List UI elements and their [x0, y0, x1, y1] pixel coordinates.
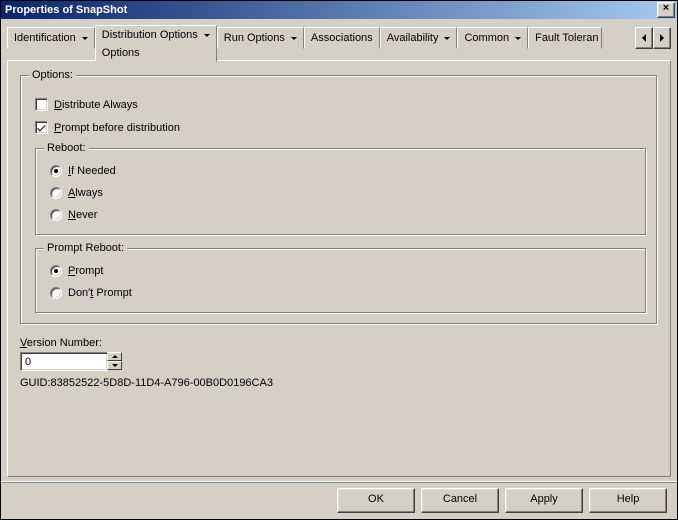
reboot-always-label: Always	[68, 187, 103, 199]
prompt-reboot-prompt-row[interactable]: Prompt	[50, 265, 636, 277]
prompt-reboot-dont-row[interactable]: Don't Prompt	[50, 287, 636, 299]
tab-run-options[interactable]: Run Options	[217, 27, 304, 49]
properties-dialog: Properties of SnapShot × Identification …	[0, 0, 678, 520]
prompt-reboot-dont-label: Don't Prompt	[68, 287, 132, 299]
options-group: Options: Distribute Always Prompt before…	[20, 75, 658, 325]
tab-panel: Options: Distribute Always Prompt before…	[7, 60, 671, 477]
reboot-always-radio[interactable]	[50, 187, 62, 199]
reboot-never-radio[interactable]	[50, 209, 62, 221]
reboot-group: Reboot: If Needed Always Never	[35, 148, 647, 236]
reboot-never-label: Never	[68, 209, 97, 221]
tab-availability[interactable]: Availability	[380, 27, 458, 49]
tab-scroll-left-button[interactable]	[635, 27, 653, 49]
reboot-never-row[interactable]: Never	[50, 209, 636, 221]
close-icon: ×	[663, 2, 669, 14]
dropdown-arrow-icon	[291, 37, 297, 40]
options-legend: Options:	[29, 69, 76, 81]
tab-identification[interactable]: Identification	[7, 27, 95, 49]
prompt-reboot-group: Prompt Reboot: Prompt Don't Prompt	[35, 248, 647, 314]
distribute-always-label: Distribute Always	[54, 99, 138, 111]
tab-fault-tolerance[interactable]: Fault Toleran	[528, 27, 602, 49]
dropdown-arrow-icon	[204, 34, 210, 37]
version-increment-button[interactable]	[107, 352, 122, 361]
distribute-always-row[interactable]: Distribute Always	[35, 98, 647, 111]
dropdown-arrow-icon	[444, 37, 450, 40]
prompt-before-label: Prompt before distribution	[54, 122, 180, 134]
prompt-before-row[interactable]: Prompt before distribution	[35, 121, 647, 134]
reboot-always-row[interactable]: Always	[50, 187, 636, 199]
tab-associations[interactable]: Associations	[304, 27, 380, 49]
chevron-right-icon	[660, 34, 664, 42]
distribute-always-checkbox[interactable]	[35, 98, 48, 111]
reboot-if-needed-label: If Needed	[68, 165, 116, 177]
reboot-legend: Reboot:	[44, 142, 89, 154]
version-input[interactable]	[20, 352, 108, 371]
prompt-reboot-dont-radio[interactable]	[50, 287, 62, 299]
tab-distribution-options[interactable]: Distribution Options Options	[95, 25, 217, 62]
chevron-left-icon	[642, 34, 646, 42]
version-label: Version Number:	[20, 337, 658, 349]
cancel-button[interactable]: Cancel	[421, 488, 499, 513]
tab-scroll-right-button[interactable]	[653, 27, 671, 49]
dialog-button-row: OK Cancel Apply Help	[1, 481, 677, 519]
version-section: Version Number: GUID:83852522-5D8D-11D4-…	[20, 337, 658, 389]
window-title: Properties of SnapShot	[5, 4, 127, 16]
apply-button[interactable]: Apply	[505, 488, 583, 513]
tabs-row: Identification Distribution Options Opti…	[7, 25, 671, 61]
tab-scroll-buttons	[635, 27, 671, 47]
dropdown-arrow-icon	[82, 37, 88, 40]
help-button[interactable]: Help	[589, 488, 667, 513]
prompt-reboot-prompt-label: Prompt	[68, 265, 103, 277]
prompt-before-checkbox[interactable]	[35, 121, 48, 134]
prompt-reboot-prompt-radio[interactable]	[50, 265, 62, 277]
close-button[interactable]: ×	[657, 2, 675, 18]
ok-button[interactable]: OK	[337, 488, 415, 513]
dropdown-arrow-icon	[515, 37, 521, 40]
reboot-if-needed-row[interactable]: If Needed	[50, 165, 636, 177]
title-bar: Properties of SnapShot ×	[1, 1, 677, 19]
chevron-down-icon	[112, 364, 118, 367]
reboot-if-needed-radio[interactable]	[50, 165, 62, 177]
chevron-up-icon	[112, 355, 118, 358]
dialog-content: Identification Distribution Options Opti…	[1, 19, 677, 477]
prompt-reboot-legend: Prompt Reboot:	[44, 242, 127, 254]
version-spinner	[20, 352, 658, 371]
tab-distribution-subtext: Options	[102, 47, 140, 59]
tab-common[interactable]: Common	[457, 27, 528, 49]
guid-label: GUID:83852522-5D8D-11D4-A796-00B0D0196CA…	[20, 377, 658, 389]
version-decrement-button[interactable]	[107, 361, 122, 370]
